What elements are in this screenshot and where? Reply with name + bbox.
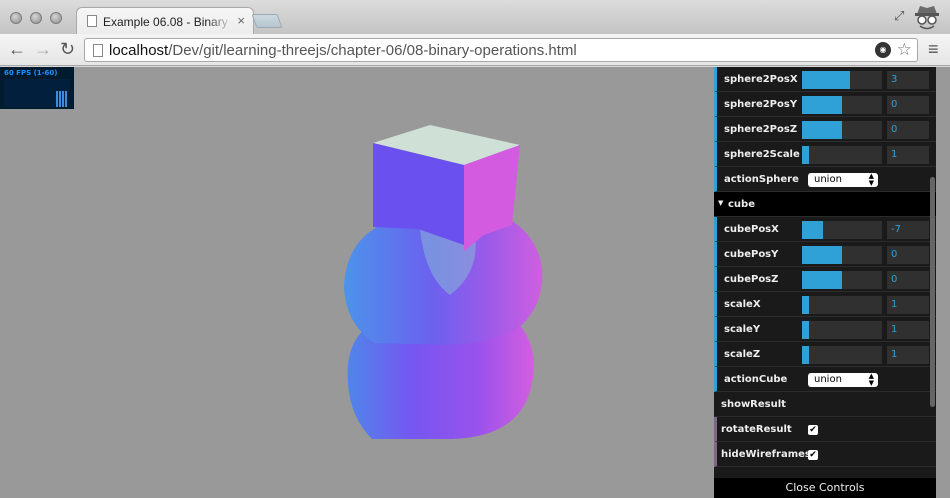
action-sphere-select[interactable]: union ▲ ▼ [808,173,878,187]
sphere2-scale-slider[interactable] [802,146,882,164]
csg-scene-render [344,125,543,439]
cube-posx-control: cubePosX -7 [714,217,936,242]
browser-menu-icon[interactable]: ≡ [928,39,939,60]
cube-posz-control: cubePosZ 0 [714,267,936,292]
control-label: sphere2Scale [724,149,800,160]
control-label: sphere2PosX [724,74,798,85]
cube-posx-input[interactable]: -7 [887,221,929,239]
control-label: actionSphere [724,174,799,185]
incognito-profile-icon[interactable] [912,3,942,31]
select-value: union [814,174,842,185]
url-path: /Dev/git/learning-threejs/chapter-06/08-… [168,42,577,59]
webgl-viewport[interactable]: 60 FPS (1-60) sphere2PosX 3 sphere2PosY … [0,67,950,498]
cube-posz-input[interactable]: 0 [887,271,929,289]
gui-scroll-thumb[interactable] [930,177,935,407]
control-label: actionCube [724,374,788,385]
fps-stats-panel[interactable]: 60 FPS (1-60) [0,67,74,109]
fullscreen-icon[interactable]: ⤢ [894,8,904,24]
action-sphere-control: actionSphere union ▲ ▼ [714,167,936,192]
select-arrows-icon: ▲ ▼ [868,172,874,187]
cube-posx-slider[interactable] [802,221,882,239]
zoom-window-button[interactable] [50,12,62,24]
cube-posy-slider[interactable] [802,246,882,264]
action-cube-select[interactable]: union ▲ ▼ [808,373,878,387]
close-window-button[interactable] [10,12,22,24]
sphere2-posy-input[interactable]: 0 [887,96,929,114]
control-label: sphere2PosY [724,99,798,110]
cube-scalez-slider[interactable] [802,346,882,364]
bookmark-star-icon[interactable]: ☆ [897,40,912,60]
url-host: localhost [109,42,169,59]
cube-scaley-slider[interactable] [802,321,882,339]
control-label: showResult [721,399,786,410]
cube-scalex-control: scaleX 1 [714,292,936,317]
caret-down-icon: ▼ [718,199,724,207]
sphere2-posx-control: sphere2PosX 3 [714,67,936,92]
page-scrollbar[interactable] [936,67,950,498]
sphere2-posx-slider[interactable] [802,71,882,89]
control-label: scaleX [724,299,761,310]
sphere2-posz-input[interactable]: 0 [887,121,929,139]
reload-button[interactable]: ↻ [60,39,75,59]
tab-title: Example 06.08 - Binary operations [103,15,233,29]
control-label: hideWireframes [721,449,811,460]
extension-icon[interactable]: ◉ [875,42,891,58]
hide-wireframes-control: hideWireframes ✔ [714,442,936,467]
back-button[interactable]: ← [8,39,26,59]
cube-folder-title[interactable]: ▼ cube [714,192,936,217]
url-text[interactable]: localhost/Dev/git/learning-threejs/chapt… [109,42,577,59]
cube-posz-slider[interactable] [802,271,882,289]
browser-titlebar: Example 06.08 - Binary operations × ⤢ [0,0,950,35]
control-label: scaleZ [724,349,761,360]
sphere2-scale-input[interactable]: 1 [887,146,929,164]
close-controls-button[interactable]: Close Controls [714,478,936,498]
control-label: scaleY [724,324,761,335]
folder-label: cube [728,199,755,210]
rotate-result-checkbox[interactable]: ✔ [808,425,818,435]
control-label: cubePosX [724,224,779,235]
tab-close-icon[interactable]: × [237,13,245,28]
minimize-window-button[interactable] [30,12,42,24]
document-icon [87,15,97,27]
cube-scaley-input[interactable]: 1 [887,321,929,339]
cube-scalez-input[interactable]: 1 [887,346,929,364]
cube-posy-input[interactable]: 0 [887,246,929,264]
control-label: cubePosZ [724,274,779,285]
show-result-button[interactable]: showResult [714,392,936,417]
select-value: union [814,374,842,385]
page-icon [93,44,103,57]
sphere2-posy-slider[interactable] [802,96,882,114]
fps-text: 60 FPS (1-60) [4,69,58,77]
control-label: rotateResult [721,424,792,435]
rotate-result-control: rotateResult ✔ [714,417,936,442]
sphere2-posz-control: sphere2PosZ 0 [714,117,936,142]
cube-posy-control: cubePosY 0 [714,242,936,267]
hide-wireframes-checkbox[interactable]: ✔ [808,450,818,460]
cube-scalez-control: scaleZ 1 [714,342,936,367]
sphere2-posz-slider[interactable] [802,121,882,139]
cube-scaley-control: scaleY 1 [714,317,936,342]
fps-graph [4,79,70,107]
cube-scalex-input[interactable]: 1 [887,296,929,314]
sphere2-scale-control: sphere2Scale 1 [714,142,936,167]
control-label: sphere2PosZ [724,124,798,135]
sphere2-posx-input[interactable]: 3 [887,71,929,89]
control-label: cubePosY [724,249,779,260]
controls-panel: sphere2PosX 3 sphere2PosY 0 sphere2PosZ … [714,67,936,498]
browser-toolbar: ← → ↻ localhost/Dev/git/learning-threejs… [0,34,950,66]
action-cube-control: actionCube union ▲ ▼ [714,367,936,392]
forward-button[interactable]: → [34,39,52,59]
new-tab-button[interactable] [251,14,283,28]
cube-scalex-slider[interactable] [802,296,882,314]
browser-tab[interactable]: Example 06.08 - Binary operations × [76,7,254,35]
address-bar[interactable]: localhost/Dev/git/learning-threejs/chapt… [84,38,918,62]
select-arrows-icon: ▲ ▼ [868,372,874,387]
sphere2-posy-control: sphere2PosY 0 [714,92,936,117]
